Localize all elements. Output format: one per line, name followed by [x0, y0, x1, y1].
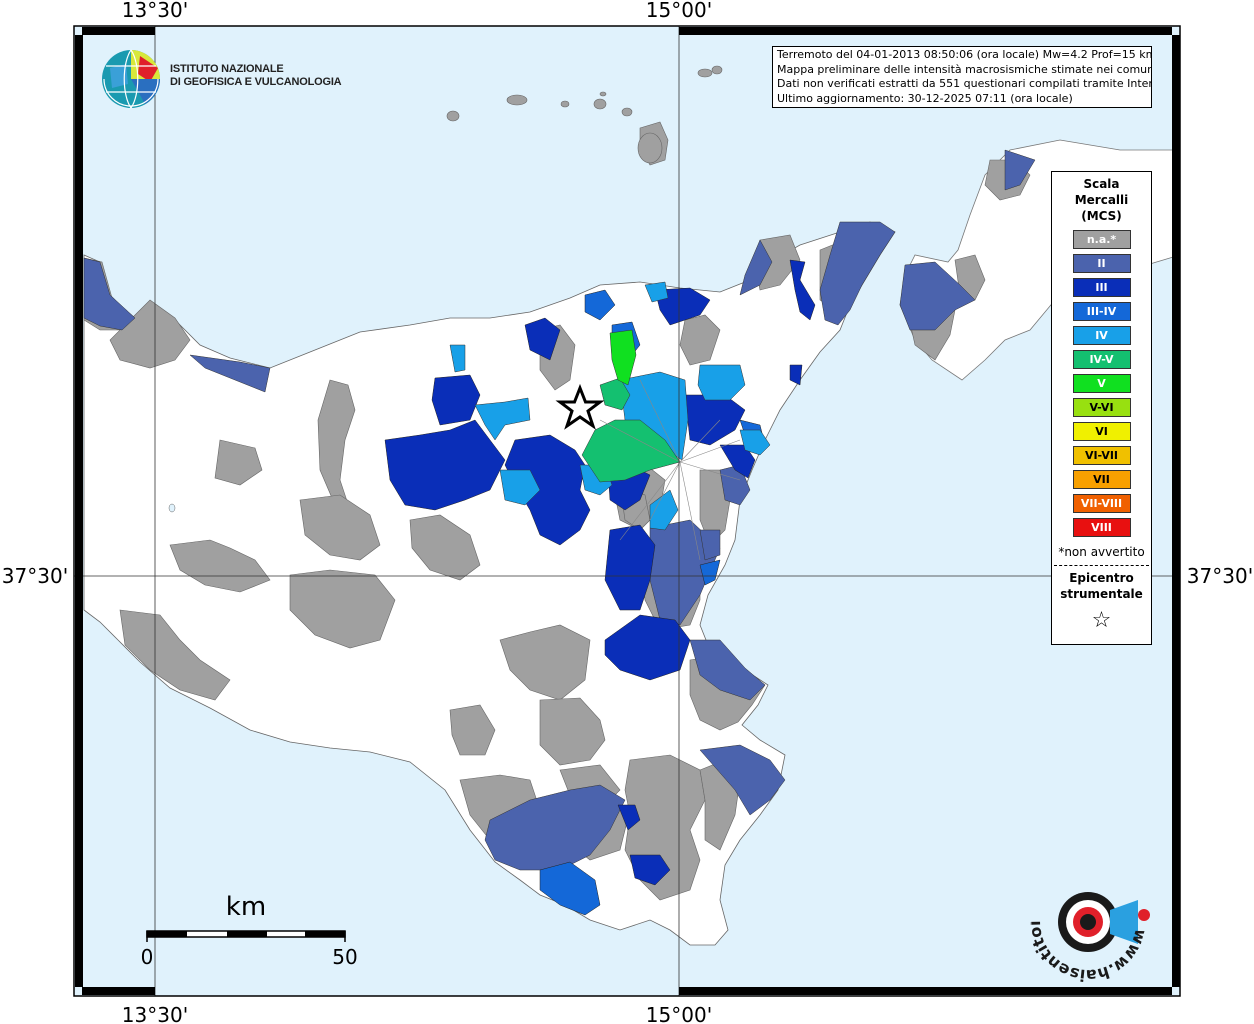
legend-title-line3: (MCS) — [1081, 209, 1122, 223]
event-info-line3: Dati non verificati estratti da 551 ques… — [777, 77, 1152, 90]
ingv-name: ISTITUTO NAZIONALE DI GEOFISICA E VULCAN… — [170, 63, 342, 89]
legend-swatch: IV-V — [1072, 350, 1131, 369]
legend-separator — [1054, 565, 1149, 566]
legend-epicentre: Epicentro strumentale — [1052, 570, 1151, 602]
legend-star-icon: ☆ — [1091, 608, 1112, 633]
legend-swatch: V-VI — [1072, 398, 1131, 417]
intensity-legend: Scala Mercalli (MCS) n.a.* II III III-IV IV I… — [1051, 171, 1152, 645]
legend-title-line2: Mercalli — [1074, 193, 1129, 207]
scale-end: 50 — [332, 945, 357, 969]
legend-swatch: V — [1072, 374, 1131, 393]
legend-swatch: n.a.* — [1072, 230, 1131, 249]
legend-epicentre-line1: Epicentro — [1069, 571, 1134, 585]
legend-epicentre-line2: strumentale — [1060, 587, 1143, 601]
scale-start: 0 — [141, 945, 154, 969]
legend-swatch: II — [1072, 254, 1131, 273]
ingv-globe-icon — [102, 49, 160, 109]
legend-swatch: III — [1072, 278, 1131, 297]
legend-swatch: VII — [1072, 470, 1131, 489]
event-info-line4: Ultimo aggiornamento: 30-12-2025 07:11 (… — [777, 91, 1073, 105]
haisentito-logo: www.haisentitoilterremoto.it — [1030, 860, 1151, 985]
legend-swatch: III-IV — [1072, 302, 1131, 321]
lake — [168, 503, 176, 513]
legend-title: Scala Mercalli (MCS) — [1052, 176, 1151, 224]
coord-bottom-left: 13°30' — [122, 1003, 188, 1024]
ingv-name-line1: ISTITUTO NAZIONALE — [170, 63, 284, 75]
event-info-box: Terremoto del 04-01-2013 08:50:06 (ora l… — [772, 46, 1152, 108]
legend-swatch: VII-VIII — [1072, 494, 1131, 513]
legend-items: n.a.* II III III-IV IV IV-V V V-VI VI VI-VII VII VI… — [1052, 230, 1151, 537]
legend-note: *non avvertito — [1058, 545, 1145, 559]
legend-title-line1: Scala — [1083, 177, 1120, 191]
event-info-line2: Mappa preliminare delle intensità macros… — [777, 62, 1152, 76]
scale-unit: km — [226, 892, 266, 922]
coord-left: 37°30' — [2, 564, 68, 588]
coord-top-right: 15°00' — [646, 0, 712, 22]
ingv-name-line2: DI GEOFISICA E VULCANOLOGIA — [170, 76, 342, 88]
legend-swatch: VIII — [1072, 518, 1131, 537]
coord-right: 37°30' — [1187, 564, 1253, 588]
event-info-line1: Terremoto del 04-01-2013 08:50:06 (ora l… — [777, 48, 1152, 61]
legend-swatch: IV — [1072, 326, 1131, 345]
legend-swatch: VI — [1072, 422, 1131, 441]
coord-bottom-right: 15°00' — [646, 1003, 712, 1024]
coord-top-left: 13°30' — [122, 0, 188, 22]
legend-swatch: VI-VII — [1072, 446, 1131, 465]
